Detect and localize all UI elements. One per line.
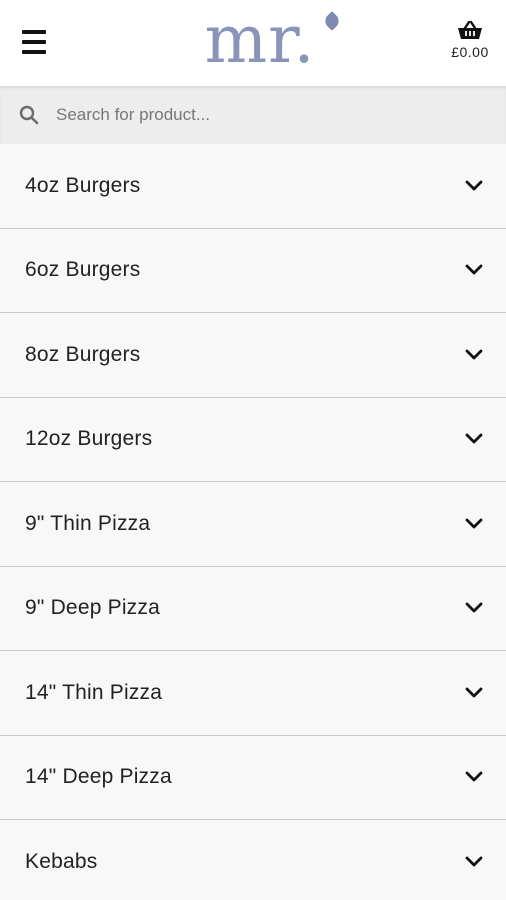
- category-item-6oz-burgers[interactable]: 6oz Burgers: [0, 229, 506, 313]
- category-label: Kebabs: [25, 849, 98, 873]
- category-item-4oz-burgers[interactable]: 4oz Burgers: [0, 144, 506, 229]
- category-list: 4oz Burgers 6oz Burgers 8oz Burgers 12oz…: [0, 144, 506, 900]
- search-bar: [0, 86, 506, 144]
- category-label: 14" Deep Pizza: [25, 765, 172, 789]
- chevron-down-icon: [465, 349, 483, 360]
- category-item-8oz-burgers[interactable]: 8oz Burgers: [0, 313, 506, 398]
- hamburger-menu-icon[interactable]: [18, 25, 50, 59]
- chevron-down-icon: [465, 264, 483, 275]
- category-label: 4oz Burgers: [25, 173, 141, 197]
- category-item-kebabs[interactable]: Kebabs: [0, 820, 506, 900]
- category-item-12oz-burgers[interactable]: 12oz Burgers: [0, 398, 506, 482]
- category-label: 9" Thin Pizza: [25, 511, 151, 535]
- category-label: 12oz Burgers: [25, 427, 153, 451]
- app-header: mr. t's £0.00: [0, 0, 506, 154]
- search-icon: [19, 105, 39, 125]
- chevron-down-icon: [465, 856, 483, 867]
- chevron-down-icon: [465, 180, 483, 191]
- search-input[interactable]: [56, 98, 476, 132]
- category-label: 9" Deep Pizza: [25, 596, 160, 620]
- chevron-down-icon: [465, 771, 483, 782]
- category-item-9-thin-pizza[interactable]: 9" Thin Pizza: [0, 482, 506, 567]
- category-label: 6oz Burgers: [25, 258, 141, 282]
- cart-button[interactable]: £0.00: [446, 20, 494, 68]
- category-item-14-thin-pizza[interactable]: 14" Thin Pizza: [0, 651, 506, 736]
- chevron-down-icon: [465, 433, 483, 444]
- chevron-down-icon: [465, 687, 483, 698]
- category-item-14-deep-pizza[interactable]: 14" Deep Pizza: [0, 736, 506, 820]
- category-label: 14" Thin Pizza: [25, 680, 163, 704]
- category-label: 8oz Burgers: [25, 342, 141, 366]
- chevron-down-icon: [465, 602, 483, 613]
- chevron-down-icon: [465, 518, 483, 529]
- cart-total: £0.00: [451, 44, 489, 60]
- basket-icon: [458, 20, 482, 39]
- category-item-9-deep-pizza[interactable]: 9" Deep Pizza: [0, 567, 506, 651]
